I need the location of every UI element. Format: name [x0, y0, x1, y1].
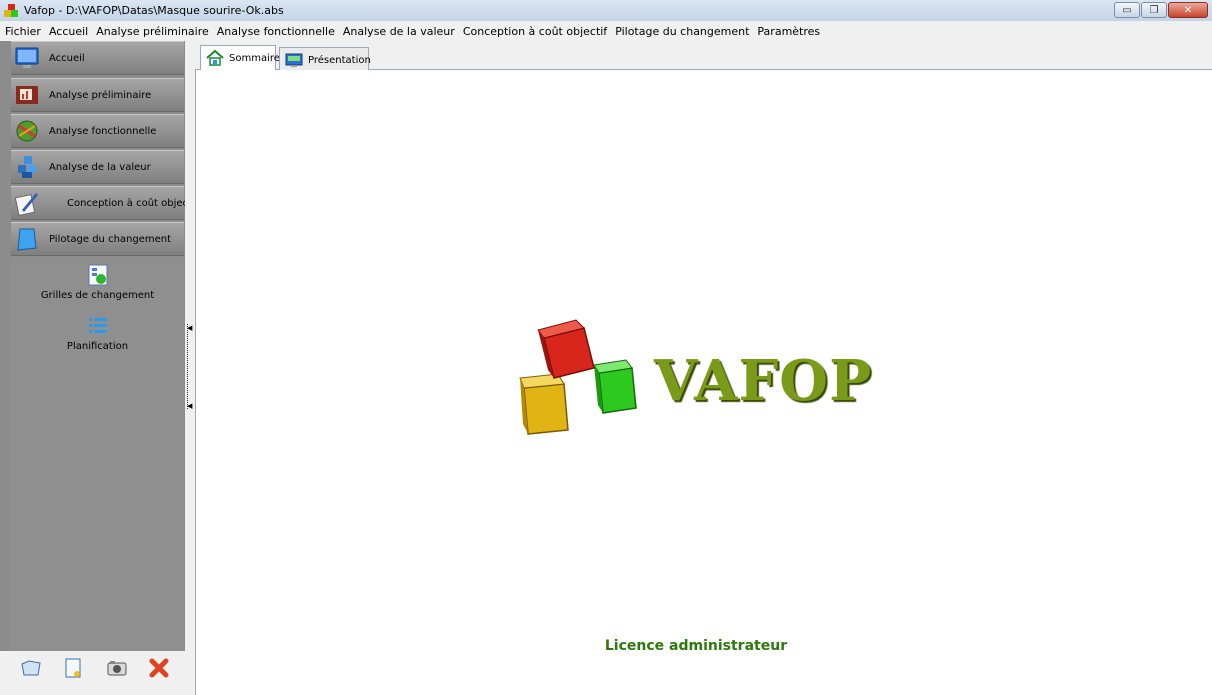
camera-icon[interactable] [106, 657, 128, 679]
list-icon [88, 318, 107, 333]
nav-analyse-fonctionnelle[interactable]: Analyse fonctionnelle [11, 114, 184, 148]
new-document-icon[interactable] [62, 657, 84, 679]
sub-nav-panel: Grilles de changement Planification [11, 257, 184, 651]
blue-card-icon [17, 228, 37, 251]
nav-label: Analyse de la valeur [49, 162, 151, 173]
bottom-toolbar [0, 651, 195, 695]
left-nav-panel: Accueil Analyse préliminaire Analyse fon… [0, 41, 198, 695]
nav-accueil[interactable]: Accueil [11, 41, 184, 75]
nav-label: Analyse fonctionnelle [49, 126, 157, 137]
monitor-icon [15, 47, 39, 68]
menu-pilotage-du-changement[interactable]: Pilotage du changement [610, 21, 752, 41]
app-logo-icon [4, 4, 18, 17]
restore-button[interactable]: ❐ [1141, 2, 1167, 18]
tab-presentation[interactable]: Présentation [279, 47, 371, 70]
value-blocks-icon [18, 156, 36, 178]
nav-label: Accueil [49, 53, 85, 64]
nav-pilotage-du-changement[interactable]: Pilotage du changement [11, 222, 184, 256]
window-title: Vafop - D:\VAFOP\Datas\Masque sourire-Ok… [24, 4, 284, 17]
menu-bar: Fichier Accueil Analyse préliminaire Ana… [0, 21, 1212, 41]
menu-analyse-fonctionnelle[interactable]: Analyse fonctionnelle [212, 21, 338, 41]
vafop-cubes-logo [519, 319, 637, 435]
tab-label: Présentation [308, 55, 371, 66]
subnav-label: Grilles de changement [40, 290, 155, 301]
grid-chart-icon [88, 264, 107, 286]
licence-label: Licence administrateur [604, 638, 788, 654]
tab-strip: Sommaire Présentation [195, 41, 1212, 71]
collapse-arrow-icon[interactable]: ◀ [187, 403, 192, 410]
pen-paper-icon [14, 193, 38, 216]
chart-board-icon [16, 86, 38, 104]
menu-parametres[interactable]: Paramètres [752, 21, 823, 41]
vafop-logo-text: VAFOP [654, 348, 873, 414]
splitter-grip[interactable] [187, 324, 192, 409]
tab-label: Sommaire [229, 53, 280, 64]
open-folder-icon[interactable] [20, 657, 42, 679]
nav-analyse-preliminaire[interactable]: Analyse préliminaire [11, 78, 184, 112]
menu-analyse-de-la-valeur[interactable]: Analyse de la valeur [338, 21, 458, 41]
subnav-label: Planification [66, 341, 129, 352]
subnav-grilles-de-changement[interactable]: Grilles de changement [11, 263, 184, 301]
nav-label: Analyse préliminaire [49, 90, 152, 101]
nav-conception-cout-objectif[interactable]: Conception à coût objectif [11, 186, 198, 220]
panel-splitter[interactable]: ◀ ◀ [185, 41, 195, 695]
menu-fichier[interactable]: Fichier [0, 21, 44, 41]
menu-conception-cout-objectif[interactable]: Conception à coût objectif [458, 21, 610, 41]
tab-sommaire[interactable]: Sommaire [200, 45, 280, 71]
screen-icon [285, 53, 303, 67]
title-bar: Vafop - D:\VAFOP\Datas\Masque sourire-Ok… [0, 0, 1212, 21]
home-icon [206, 49, 224, 66]
subnav-planification[interactable]: Planification [11, 314, 184, 352]
nav-label: Conception à coût objectif [67, 198, 199, 209]
nav-analyse-de-la-valeur[interactable]: Analyse de la valeur [11, 150, 184, 184]
delete-icon[interactable] [148, 657, 170, 679]
minimize-button[interactable]: ▭ [1114, 2, 1140, 18]
main-content: VAFOP Licence administrateur [195, 70, 1212, 695]
menu-accueil[interactable]: Accueil [44, 21, 91, 41]
close-button[interactable]: ✕ [1168, 2, 1208, 18]
globe-arrow-icon [16, 120, 38, 142]
nav-label: Pilotage du changement [49, 234, 172, 245]
menu-analyse-preliminaire[interactable]: Analyse préliminaire [91, 21, 212, 41]
